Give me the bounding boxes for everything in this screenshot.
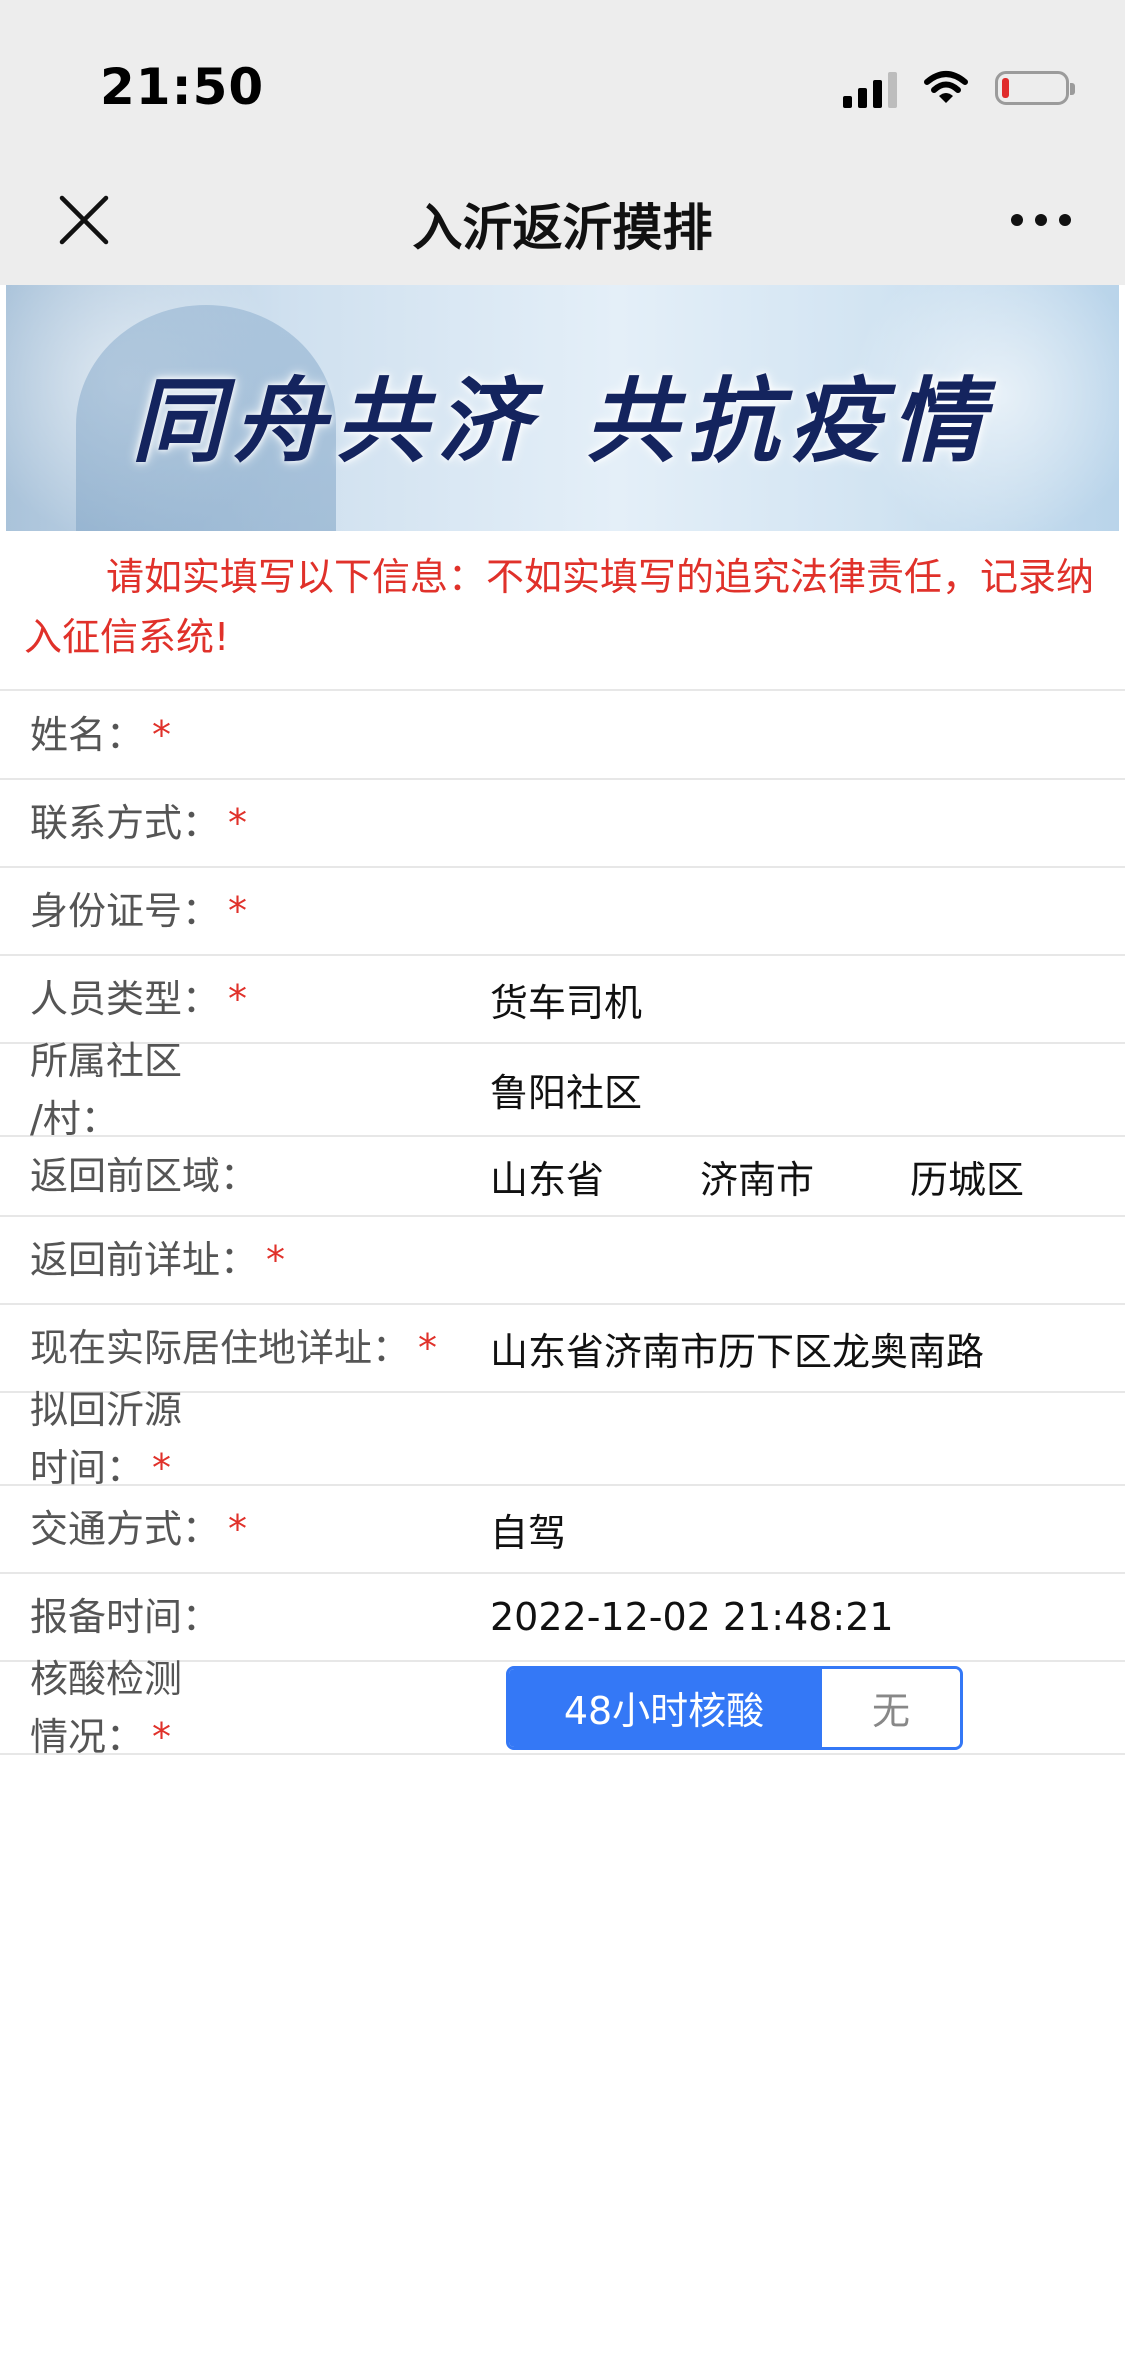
contact-input[interactable] bbox=[490, 800, 1125, 846]
status-time: 21:50 bbox=[100, 58, 265, 116]
id-number-input[interactable] bbox=[490, 888, 1125, 934]
row-transport: 交通方式： * 自驾 bbox=[0, 1486, 1125, 1574]
nucleic-label: 核酸检测 情况： * bbox=[30, 1656, 183, 1759]
nucleic-option-none[interactable]: 无 bbox=[819, 1668, 960, 1747]
return-time-picker[interactable] bbox=[490, 1415, 1125, 1462]
district-select[interactable]: 历城区 bbox=[910, 1149, 1120, 1204]
city-select[interactable]: 济南市 bbox=[700, 1149, 910, 1204]
row-contact: 联系方式： * bbox=[0, 780, 1125, 868]
signal-icon bbox=[843, 68, 897, 108]
battery-icon bbox=[995, 71, 1075, 105]
banner-image: 同舟共济 共抗疫情 bbox=[6, 285, 1119, 531]
community-select[interactable]: 鲁阳社区 bbox=[490, 1062, 1125, 1117]
row-return-time: 拟回沂源 时间： * bbox=[0, 1388, 1125, 1490]
person-type-label: 人员类型： * bbox=[30, 977, 248, 1021]
prev-area-label: 返回前区域： bbox=[30, 1154, 259, 1198]
status-bar: 21:50 bbox=[0, 0, 1125, 170]
prev-area-picker[interactable]: 山东省 济南市 历城区 bbox=[490, 1149, 1120, 1204]
nucleic-option-48h[interactable]: 48小时核酸 bbox=[509, 1668, 819, 1747]
id-number-label: 身份证号： * bbox=[30, 889, 248, 933]
row-id-number: 身份证号： * bbox=[0, 868, 1125, 956]
row-prev-area: 返回前区域： 山东省 济南市 历城区 bbox=[0, 1137, 1125, 1217]
prev-address-label: 返回前详址： * bbox=[30, 1238, 286, 1282]
row-prev-address: 返回前详址： * bbox=[0, 1217, 1125, 1305]
notice-text: 请如实填写以下信息：不如实填写的追究法律责任，记录纳入征信系统! bbox=[0, 531, 1125, 691]
page-title: 入沂返沂摸排 bbox=[412, 199, 713, 257]
person-type-select[interactable]: 货车司机 bbox=[490, 972, 1125, 1027]
more-icon[interactable] bbox=[1009, 210, 1073, 230]
transport-label: 交通方式： * bbox=[30, 1507, 248, 1551]
nucleic-segmented-control[interactable]: 48小时核酸 无 bbox=[506, 1665, 963, 1750]
current-address-label: 现在实际居住地详址： * bbox=[30, 1326, 438, 1370]
contact-label: 联系方式： * bbox=[30, 801, 248, 845]
current-address-input[interactable]: 山东省济南市历下区龙奥南路 bbox=[490, 1321, 1125, 1376]
prev-address-input[interactable] bbox=[490, 1237, 1125, 1283]
row-name: 姓名： * bbox=[0, 691, 1125, 780]
row-community: 所属社区 /村： 鲁阳社区 bbox=[0, 1039, 1125, 1141]
nav-bar: 入沂返沂摸排 bbox=[0, 170, 1125, 285]
name-label: 姓名： * bbox=[30, 712, 172, 757]
status-icons bbox=[843, 66, 1075, 110]
name-input[interactable] bbox=[490, 711, 1125, 758]
row-nucleic: 核酸检测 情况： * 48小时核酸 无 bbox=[0, 1657, 1125, 1759]
community-label: 所属社区 /村： bbox=[30, 1038, 183, 1141]
report-form: 姓名： * 联系方式： * 身份证号： * 人员类型： * 货车司机 所属社区 /村： … bbox=[0, 691, 1125, 1759]
wifi-icon bbox=[924, 71, 968, 103]
report-time-label: 报备时间： bbox=[30, 1595, 221, 1639]
transport-select[interactable]: 自驾 bbox=[490, 1502, 1125, 1557]
banner-slogan: 同舟共济 共抗疫情 bbox=[131, 367, 994, 475]
province-select[interactable]: 山东省 bbox=[490, 1149, 700, 1204]
report-time-value: 2022-12-02 21:48:21 bbox=[490, 1595, 894, 1639]
return-time-label: 拟回沂源 时间： * bbox=[30, 1387, 183, 1490]
